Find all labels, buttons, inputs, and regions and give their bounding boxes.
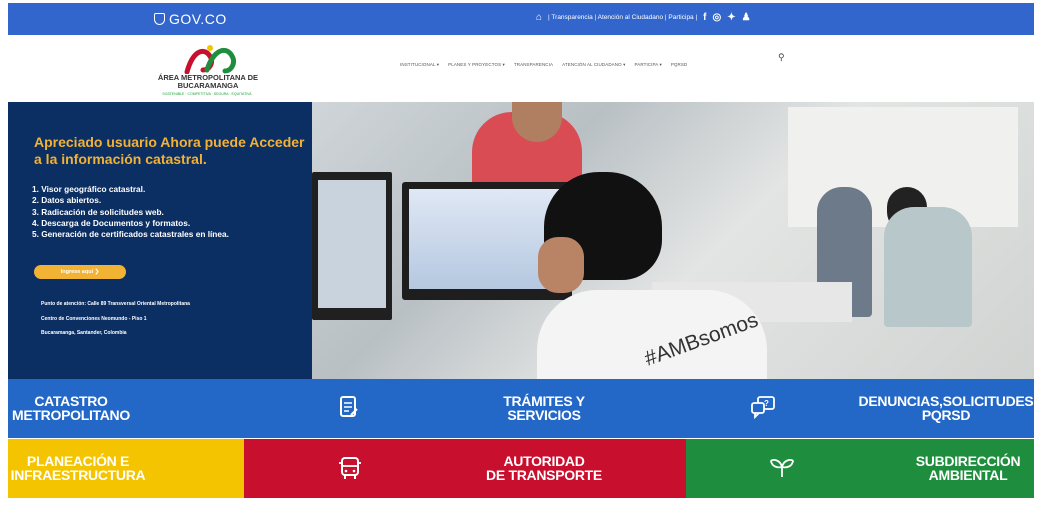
- hero-list-item: 2. Datos abiertos.: [32, 195, 102, 206]
- hero-list-item: 1. Visor geográfico catastral.: [32, 184, 146, 194]
- nav-institucional[interactable]: INSTITUCIONAL ▾: [400, 62, 439, 68]
- hero-photo: #AMBsomos: [312, 102, 1034, 379]
- hero-list: 1. Visor geográfico catastral. 2. Datos …: [32, 184, 312, 240]
- gov-links-text[interactable]: | Transparencia | Atención al Ciudadano …: [548, 14, 697, 21]
- accessibility-icon[interactable]: ♟: [742, 12, 751, 23]
- ingrese-button[interactable]: Ingrese aquí ❯: [34, 265, 126, 279]
- tile-subdireccion[interactable]: SUBDIRECCIÓN AMBIENTAL: [686, 439, 1034, 498]
- gov-bar: GOV.CO ⌂ | Transparencia | Atención al C…: [8, 3, 1034, 35]
- nav-atencion[interactable]: ATENCIÓN AL CIUDADANO ▾: [562, 62, 625, 68]
- info-line: Centro de Convenciones Neomundo - Piso 1: [41, 315, 147, 322]
- logo-tagline: SOSTENIBLE · COMPETITIVA · SEGURA · EQUI…: [162, 92, 252, 96]
- tile-label: DENUNCIAS,SOLICITUDES PQRSD: [858, 393, 1034, 423]
- nav-planes[interactable]: PLANES Y PROYECTOS ▾: [448, 62, 505, 68]
- tile-label: AUTORIDAD DE TRANSPORTE: [486, 453, 602, 483]
- tile-autoridad[interactable]: AUTORIDAD DE TRANSPORTE: [244, 439, 686, 498]
- hero-title: Apreciado usuario Ahora puede Acceder a …: [34, 134, 305, 167]
- site-header: ÁREA METROPOLITANA DE BUCARAMANGA SOSTEN…: [8, 35, 1034, 102]
- bus-icon: [339, 455, 361, 487]
- logo-name: ÁREA METROPOLITANA DE BUCARAMANGA: [157, 73, 259, 90]
- gov-logo-text: GOV.CO: [169, 11, 227, 27]
- shield-icon: [154, 13, 165, 25]
- page: GOV.CO ⌂ | Transparencia | Atención al C…: [0, 0, 1042, 505]
- tile-label: PLANEACIÓN E INFRAESTRUCTURA: [10, 453, 146, 483]
- tile-catastro[interactable]: CATASTRO METROPOLITANO: [8, 379, 244, 438]
- instagram-icon[interactable]: ◎: [713, 12, 722, 23]
- hero-panel: Apreciado usuario Ahora puede Acceder a …: [8, 102, 312, 379]
- gov-logo[interactable]: GOV.CO: [154, 11, 227, 27]
- svg-text:?: ?: [764, 399, 769, 408]
- home-icon[interactable]: ⌂: [536, 12, 542, 23]
- tile-label: TRÁMITES Y SERVICIOS: [503, 393, 585, 423]
- quick-links: CATASTRO METROPOLITANO TRÁMITES Y SERVIC…: [8, 379, 1034, 498]
- hero-list-item: 3. Radicación de solicitudes web.: [32, 206, 164, 217]
- hero-list-item: 5. Generación de certificados catastrale…: [32, 229, 229, 240]
- gov-links: ⌂ | Transparencia | Atención al Ciudadan…: [536, 12, 751, 23]
- woman-face-decor: [538, 237, 584, 293]
- document-icon: [339, 395, 359, 425]
- chat-icon: ?: [750, 395, 776, 425]
- nav-pqrsd[interactable]: PQRSD: [671, 62, 688, 68]
- hero-list-item: 4. Descarga de Documentos y formatos.: [32, 217, 191, 228]
- amb-logo-mark: [184, 45, 236, 74]
- search-icon[interactable]: ⚲: [778, 52, 785, 63]
- person-decor: [884, 207, 972, 327]
- twitter-icon[interactable]: ✦: [727, 12, 735, 23]
- nav-transparencia[interactable]: TRANSPARENCIA: [514, 62, 553, 68]
- tile-tramites[interactable]: TRÁMITES Y SERVICIOS: [244, 379, 686, 438]
- nav-participa[interactable]: PARTICIPA ▾: [634, 62, 661, 68]
- info-line: Punto de atención: Calle 89 Transversal …: [41, 301, 190, 307]
- facebook-icon[interactable]: f: [703, 12, 706, 23]
- hero-banner: #AMBsomos Apreciado usuario Ahora puede …: [8, 102, 1034, 379]
- hero-info: Punto de atención: Calle 89 Transversal …: [41, 297, 311, 341]
- amb-logo[interactable]: ÁREA METROPOLITANA DE BUCARAMANGA SOSTEN…: [143, 44, 273, 98]
- info-line: Bucaramanga, Santander, Colombia: [41, 330, 127, 336]
- main-nav: INSTITUCIONAL ▾ PLANES Y PROYECTOS ▾ TRA…: [400, 62, 687, 68]
- sprout-icon: [768, 455, 796, 485]
- tile-label: CATASTRO METROPOLITANO: [12, 393, 130, 423]
- tile-denuncias[interactable]: ? DENUNCIAS,SOLICITUDES PQRSD: [686, 379, 1034, 438]
- tile-label: SUBDIRECCIÓN AMBIENTAL: [915, 453, 1021, 483]
- tile-planeacion[interactable]: PLANEACIÓN E INFRAESTRUCTURA: [8, 439, 244, 498]
- monitor-screen-decor: [318, 180, 386, 308]
